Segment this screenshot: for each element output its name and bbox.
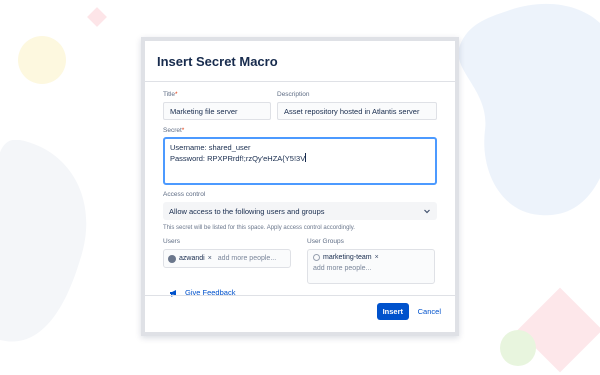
cancel-button[interactable]: Cancel	[418, 303, 441, 320]
access-control-select[interactable]: Allow access to the following users and …	[163, 202, 437, 220]
group-chip-name: marketing-team	[323, 254, 372, 261]
chevron-down-icon	[424, 209, 430, 214]
title-label: Title*	[163, 91, 178, 98]
user-avatar-icon	[168, 254, 176, 263]
description-input-value: Asset repository hosted in Atlantis serv…	[284, 106, 420, 116]
remove-user-button[interactable]: ×	[208, 255, 212, 262]
user-chip-name: azwandi	[179, 255, 205, 262]
secret-line-password: Password: RPXPRrdf!;rzQy'eHZA{Y5!3V	[170, 154, 306, 163]
user-groups-picker[interactable]: marketing-team × add more people...	[307, 249, 435, 284]
required-marker: *	[175, 91, 178, 98]
access-control-helper: This secret will be listed for this spac…	[163, 225, 355, 231]
dialog-footer: Insert Cancel	[145, 295, 455, 332]
title-input-value: Marketing file server	[170, 106, 238, 116]
secret-label: Secret*	[163, 127, 184, 134]
decorative-diamond-pink	[87, 7, 107, 27]
secret-textarea[interactable]: Username: shared_user Password: RPXPRrdf…	[163, 137, 437, 185]
remove-group-button[interactable]: ×	[375, 254, 379, 261]
insert-button[interactable]: Insert	[376, 303, 409, 320]
user-groups-label: User Groups	[307, 238, 344, 245]
dialog-body: Title* Marketing file server Description…	[145, 82, 455, 300]
users-label: Users	[163, 238, 180, 245]
dialog-header: Insert Secret Macro	[145, 41, 455, 82]
description-input[interactable]: Asset repository hosted in Atlantis serv…	[277, 102, 437, 120]
group-chip: marketing-team ×	[313, 254, 429, 261]
text-caret	[305, 153, 307, 162]
required-marker: *	[181, 127, 185, 134]
users-input-placeholder[interactable]: add more people...	[218, 255, 276, 262]
secret-label-text: Secret	[163, 127, 182, 134]
group-icon	[313, 254, 320, 261]
groups-input-placeholder[interactable]: add more people...	[313, 265, 429, 272]
user-chip: azwandi ×	[168, 254, 212, 263]
secret-line-password-row: Password: RPXPRrdf!;rzQy'eHZA{Y5!3V	[170, 153, 430, 164]
access-control-label: Access control	[163, 191, 206, 198]
decorative-circle-green	[500, 330, 536, 366]
insert-secret-dialog: Insert Secret Macro Title* Marketing fil…	[141, 37, 459, 336]
description-label: Description	[277, 91, 310, 98]
decorative-blob-left	[0, 140, 87, 342]
secret-line-username: Username: shared_user	[170, 143, 251, 152]
users-picker[interactable]: azwandi × add more people...	[163, 249, 291, 268]
title-input[interactable]: Marketing file server	[163, 102, 271, 120]
title-label-text: Title	[163, 91, 176, 98]
access-control-selected: Allow access to the following users and …	[169, 206, 325, 216]
dialog-title: Insert Secret Macro	[157, 53, 278, 69]
decorative-circle-yellow	[18, 36, 66, 84]
